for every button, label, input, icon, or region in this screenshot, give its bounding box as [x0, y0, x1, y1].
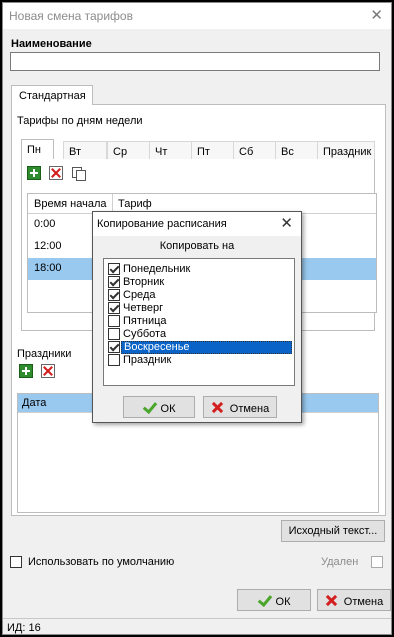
tab-day-sat[interactable]: Сб	[233, 141, 277, 159]
cell-time: 18:00	[34, 262, 62, 274]
title-bar: Новая смена тарифов ✕	[3, 3, 391, 29]
list-item[interactable]: Вторник	[106, 276, 292, 289]
col-start-time: Время начала	[34, 198, 107, 210]
dialog-subtitle: Копировать на	[159, 240, 235, 252]
cross-icon	[211, 401, 224, 414]
holidays-label: Праздники	[17, 348, 72, 360]
tab-day-mon[interactable]: Пн	[21, 139, 54, 160]
day-tabs: Пн Вт Ср Чт Пт Сб Вс Праздник	[21, 139, 375, 160]
close-icon[interactable]: ✕	[370, 6, 383, 24]
dialog-close-icon[interactable]: ✕	[280, 214, 293, 232]
cancel-button[interactable]: Отмена	[317, 589, 391, 611]
name-label: Наименование	[11, 38, 92, 50]
add-row-icon[interactable]	[27, 166, 41, 180]
checkbox[interactable]	[108, 315, 120, 327]
delete-holiday-icon[interactable]	[41, 364, 55, 378]
ok-button[interactable]: ОК	[237, 589, 311, 611]
tab-day-tue[interactable]: Вт	[63, 141, 107, 159]
tab-standard[interactable]: Стандартная	[11, 85, 93, 105]
list-item[interactable]: Четверг	[106, 302, 292, 315]
delete-row-icon[interactable]	[49, 166, 63, 180]
list-item-selected[interactable]: Воскресенье	[106, 341, 292, 354]
copy-schedule-dialog: Копирование расписания ✕ Копировать на П…	[92, 211, 302, 423]
cell-time: 0:00	[34, 218, 56, 230]
cell-time: 12:00	[34, 240, 62, 252]
list-item[interactable]: Праздник	[106, 354, 292, 367]
check-icon	[143, 401, 155, 413]
checkbox[interactable]	[108, 263, 120, 275]
list-item[interactable]: Среда	[106, 289, 292, 302]
col-tariff: Тариф	[118, 198, 152, 210]
dialog-ok-button[interactable]: ОК	[123, 396, 195, 418]
checkbox[interactable]	[108, 354, 120, 366]
copy-schedule-icon[interactable]	[71, 166, 86, 181]
dialog-cancel-button[interactable]: Отмена	[203, 396, 277, 418]
use-default-label: Использовать по умолчанию	[28, 556, 175, 568]
tab-day-fri[interactable]: Пт	[191, 141, 235, 159]
source-text-button[interactable]: Исходный текст...	[281, 520, 385, 542]
checkbox[interactable]	[108, 302, 120, 314]
checkbox[interactable]	[108, 276, 120, 288]
col-date: Дата	[22, 397, 47, 409]
list-item[interactable]: Понедельник	[106, 263, 292, 276]
tab-day-wed[interactable]: Ср	[107, 141, 151, 159]
window-title: Новая смена тарифов	[9, 9, 133, 23]
check-icon	[258, 594, 270, 606]
checkbox[interactable]	[108, 289, 120, 301]
name-input[interactable]	[10, 52, 380, 71]
dialog-title: Копирование расписания	[97, 218, 227, 230]
list-item[interactable]: Суббота	[106, 328, 292, 341]
tab-day-thu[interactable]: Чт	[149, 141, 193, 159]
use-default-checkbox[interactable]	[10, 556, 22, 568]
status-id: ИД: 16	[7, 622, 41, 634]
deleted-checkbox	[371, 556, 383, 568]
deleted-label: Удален	[321, 556, 359, 568]
tab-day-sun[interactable]: Вс	[275, 141, 319, 159]
list-item[interactable]: Пятница	[106, 315, 292, 328]
checkbox[interactable]	[108, 328, 120, 340]
dialog-title-bar: Копирование расписания ✕	[93, 212, 301, 236]
week-group-label: Тарифы по дням недели	[17, 115, 143, 127]
checkbox[interactable]	[108, 341, 120, 353]
status-bar: ИД: 16	[3, 618, 391, 634]
day-checklist: Понедельник Вторник Среда Четверг Пятниц…	[103, 258, 295, 386]
tab-day-holiday[interactable]: Праздник	[317, 141, 375, 159]
cross-icon	[325, 594, 338, 607]
add-holiday-icon[interactable]	[19, 364, 33, 378]
